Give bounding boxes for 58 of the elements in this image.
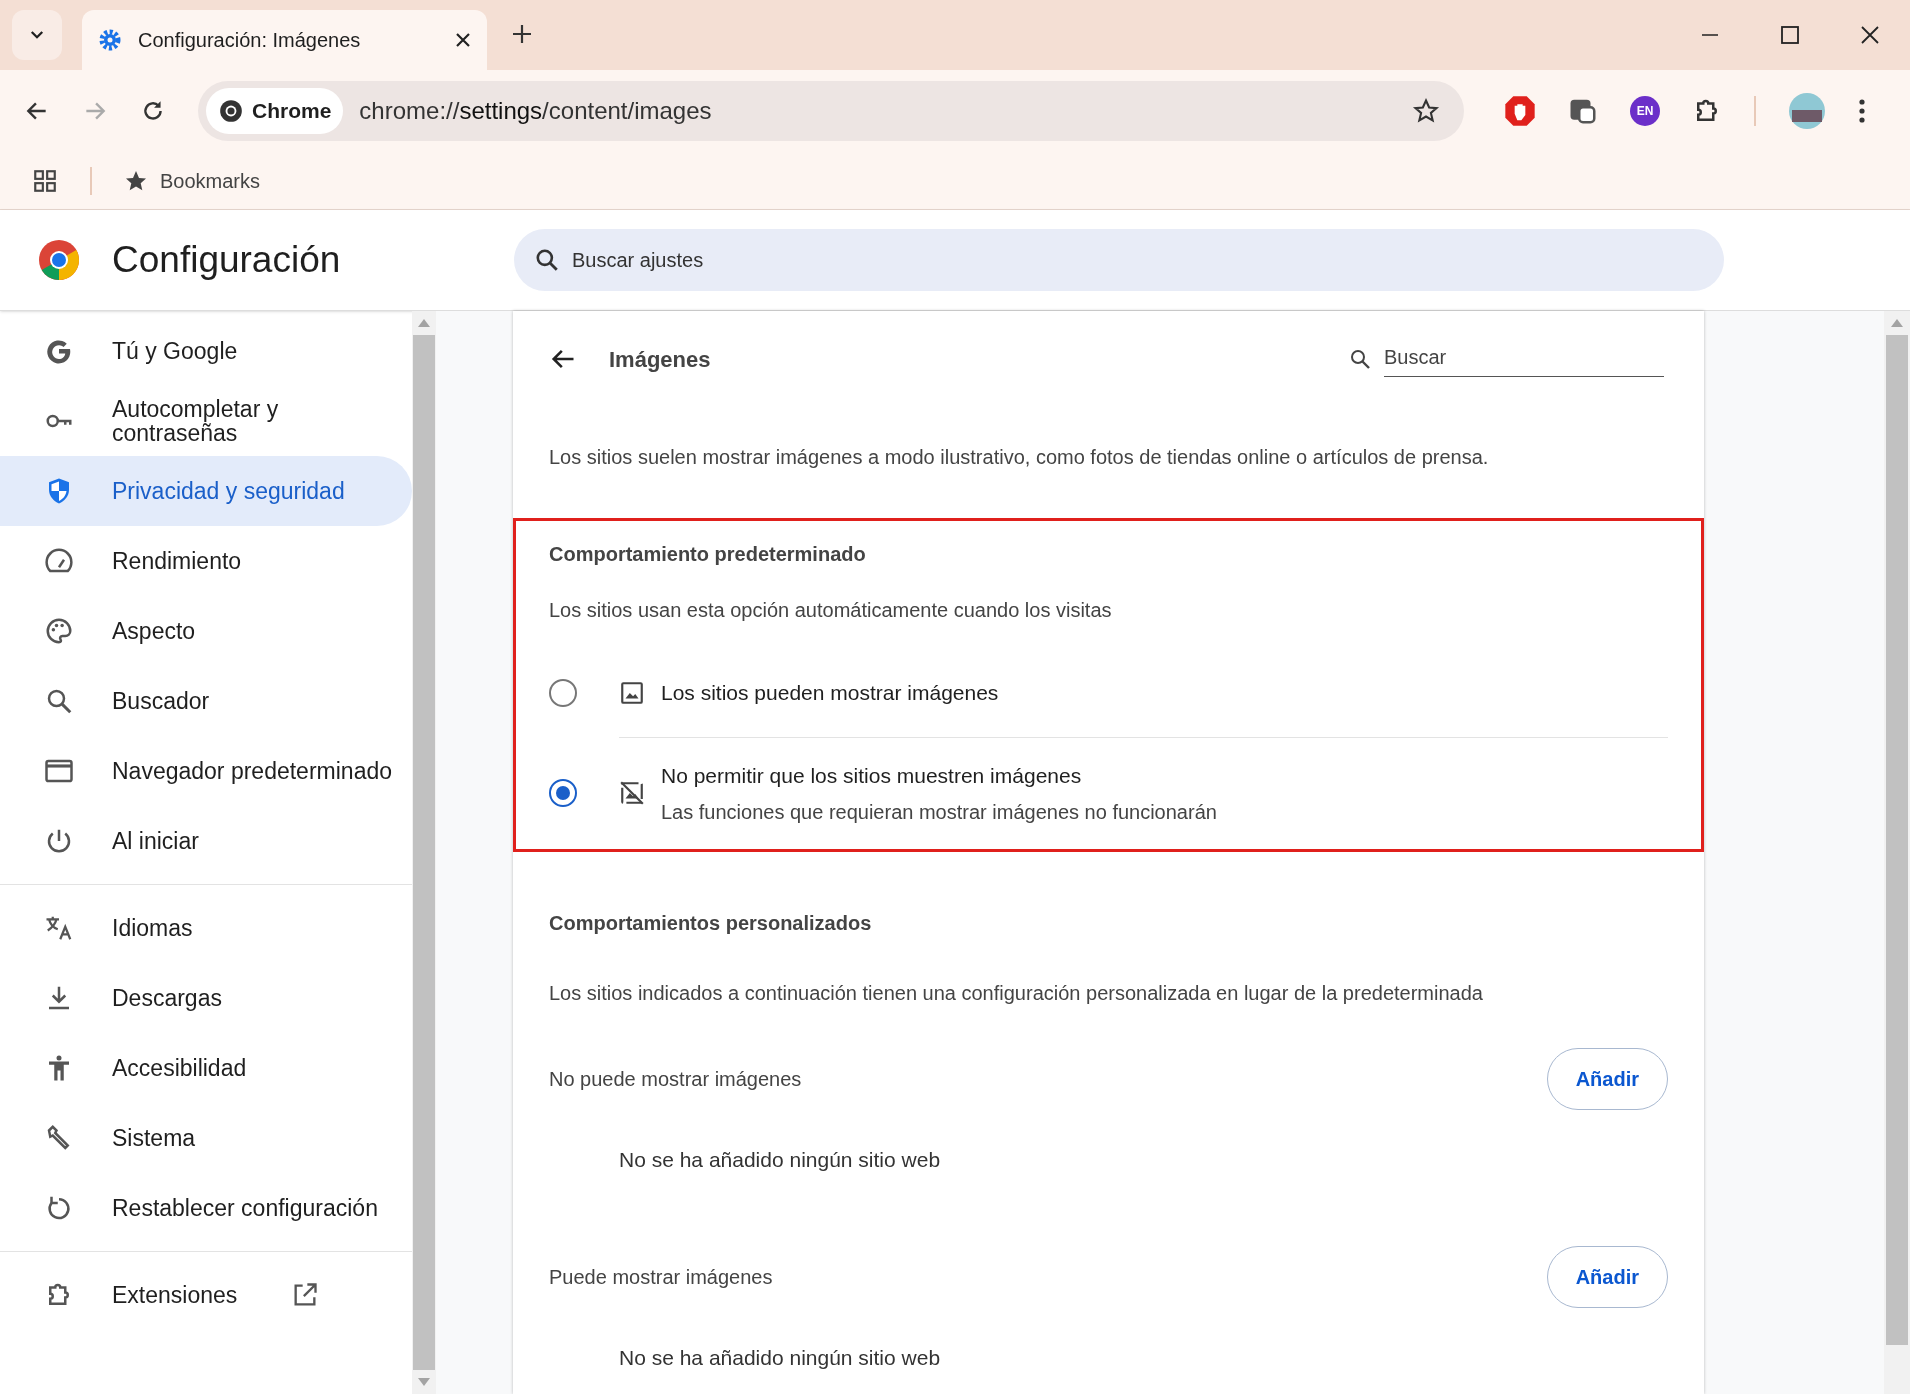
option-label: Los sitios pueden mostrar imágenes — [661, 680, 1000, 706]
tab-title: Configuración: Imágenes — [138, 28, 362, 53]
bookmarks-folder[interactable]: Bookmarks — [124, 165, 261, 196]
option-description: Las funciones que requieran mostrar imágenes no funcionarán — [661, 800, 1218, 825]
option-label: No permitir que los sitios muestren imágenes — [661, 762, 1083, 789]
sidebar-item[interactable]: Rendimiento — [0, 526, 412, 596]
sidebar-item[interactable]: Al iniciar — [0, 806, 412, 876]
chrome-logo-icon — [38, 239, 80, 281]
sidebar-item[interactable]: Idiomas — [0, 893, 412, 963]
chrome-logo-icon — [218, 98, 244, 124]
language-badge[interactable]: EN — [1630, 96, 1660, 126]
bookmark-star-icon[interactable] — [1412, 97, 1440, 125]
chrome-chip[interactable]: Chrome — [206, 88, 344, 134]
sidebar-item[interactable]: Sistema — [0, 1103, 412, 1173]
settings-title: Configuración — [112, 238, 341, 283]
sidebar-item[interactable]: Buscador — [0, 666, 412, 736]
avatar-icon[interactable] — [1788, 92, 1826, 130]
section-title: Comportamientos personalizados — [549, 911, 873, 936]
sidebar-item[interactable]: Extensiones — [0, 1260, 412, 1330]
search-input[interactable]: Buscar — [1384, 341, 1664, 377]
search-icon — [1348, 347, 1372, 371]
search-field[interactable]: Buscar ajustes — [514, 229, 1724, 291]
close-tab-icon[interactable] — [455, 32, 471, 48]
sidebar-item[interactable]: Privacidad y seguridad — [0, 456, 412, 526]
list-title: Puede mostrar imágenes — [549, 1264, 773, 1290]
section-subtitle: Los sitios usan esta opción automáticamente cuando los visitas — [549, 598, 1113, 623]
section-title: Comportamiento predeterminado — [549, 542, 867, 567]
stop-hand-icon[interactable] — [1504, 95, 1536, 127]
apps-grid-icon[interactable] — [32, 167, 58, 194]
page-title: Imágenes — [609, 345, 711, 374]
sidebar-item[interactable]: Accesibilidad — [0, 1033, 412, 1103]
section-subtitle: Los sitios indicados a continuación tienen una configuración personalizada en lugar de la predeterminada — [549, 981, 1484, 1006]
image-icon — [619, 679, 645, 706]
no-image-icon — [619, 780, 645, 807]
page-scrollbar[interactable] — [1884, 311, 1910, 1394]
more-menu-icon[interactable] — [1858, 98, 1866, 124]
radio-button[interactable] — [549, 779, 577, 808]
sidebar-item[interactable]: Autocompletar y contraseñas — [0, 386, 412, 456]
radio-button[interactable] — [549, 678, 577, 707]
address-bar[interactable]: Chrome chrome://settings/content/images — [198, 81, 1464, 141]
url-text: chrome://settings/content/images — [359, 96, 712, 126]
maximize-icon[interactable] — [1780, 25, 1800, 45]
new-tab-icon[interactable] — [511, 23, 533, 45]
search-input: Buscar ajustes — [572, 245, 1704, 275]
browser-tab[interactable]: Configuración: Imágenes — [82, 10, 487, 70]
sidebar-item[interactable]: Aspecto — [0, 596, 412, 666]
close-icon[interactable] — [1860, 25, 1880, 45]
empty-list-text: No se ha añadido ningún sitio web — [618, 1147, 942, 1173]
page-description: Los sitios suelen mostrar imágenes a modo ilustrativo, como fotos de tiendas online o artículos de prensa. — [549, 445, 1490, 470]
palette-icon — [44, 616, 74, 646]
sidebar-item[interactable]: Descargas — [0, 963, 412, 1033]
empty-list-text: No se ha añadido ningún sitio web — [618, 1344, 942, 1371]
list-title: No puede mostrar imágenes — [549, 1067, 802, 1092]
search-icon — [534, 247, 560, 273]
sidebar-item[interactable]: Tú y Google — [0, 316, 412, 386]
gear-icon — [98, 28, 122, 52]
sidebar-item[interactable]: Restablecer configuración — [0, 1173, 412, 1243]
sidebar-item[interactable]: Navegador predeterminado — [0, 736, 412, 806]
